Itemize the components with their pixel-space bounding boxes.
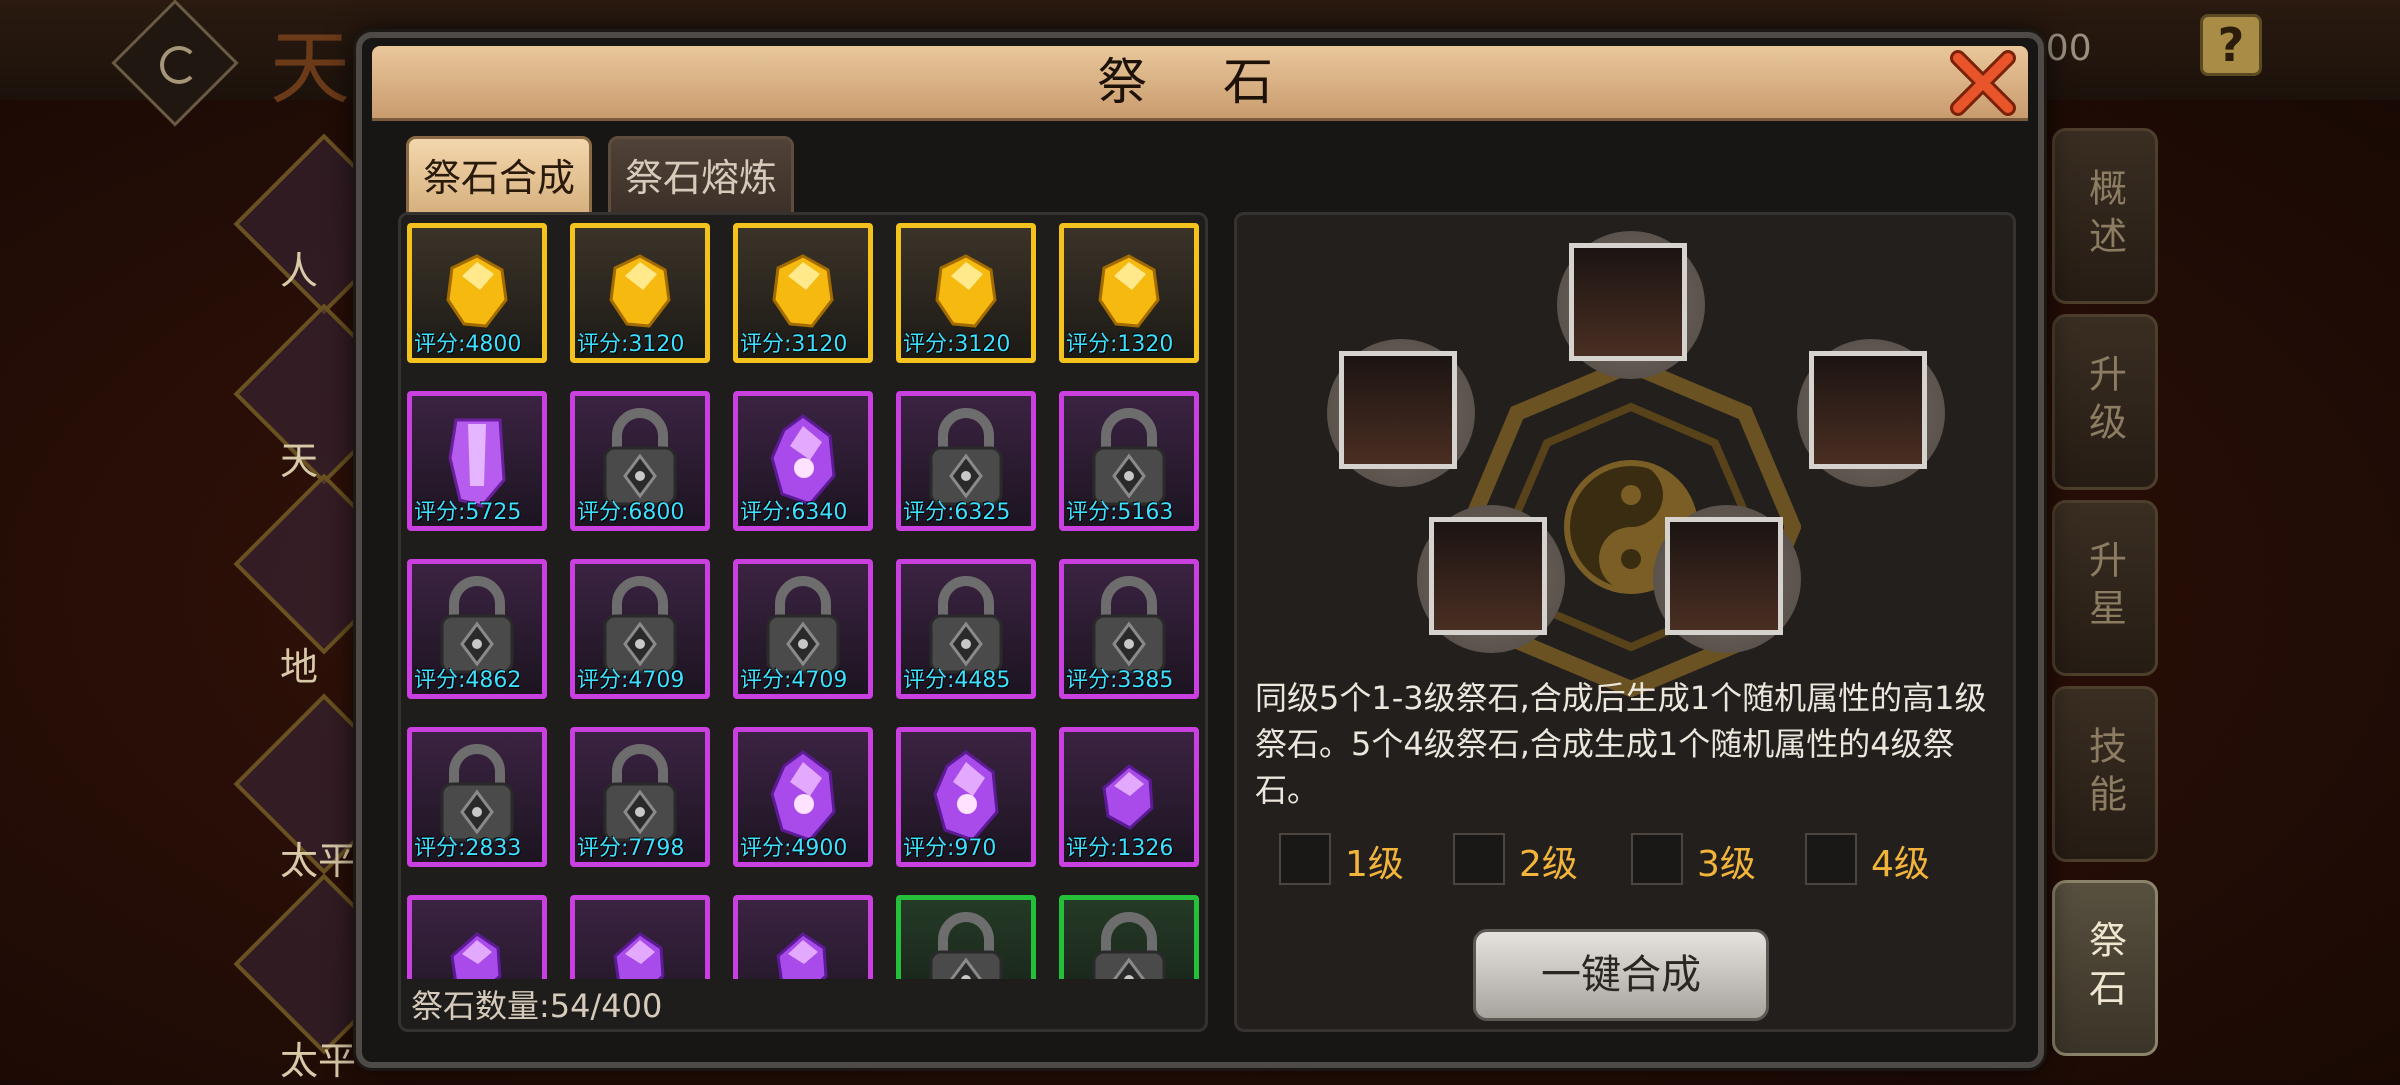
stone-score: 评分:7798	[577, 836, 685, 861]
left-menu-label: 太平	[280, 1039, 357, 1083]
side-tab-sacrificial-stone[interactable]: 祭石	[2052, 880, 2158, 1056]
left-menu-label: 天	[280, 439, 319, 483]
stone-score: 评分:4900	[740, 836, 848, 861]
stone-score: 评分:1320	[1066, 332, 1174, 357]
synthesis-slot[interactable]	[1417, 505, 1565, 653]
stone-slot[interactable]: 评分:4485	[896, 559, 1036, 699]
stone-slot[interactable]: 评分:1326	[1059, 727, 1199, 867]
level-2-checkbox[interactable]	[1453, 833, 1505, 885]
left-menu-label: 人	[280, 249, 319, 293]
left-menu-label: 太平	[280, 839, 357, 883]
synthesis-slot[interactable]	[1557, 231, 1705, 379]
stone-slot[interactable]: 评分:4900	[733, 727, 873, 867]
level-3-label: 3级	[1697, 844, 1756, 885]
stone-score: 评分:3120	[903, 332, 1011, 357]
one-click-merge-button[interactable]: 一键合成	[1473, 929, 1769, 1021]
stone-score: 评分:3120	[740, 332, 848, 357]
stone-slot[interactable]: 评分:4800	[407, 223, 547, 363]
stone-slot[interactable]: 评分:3120	[570, 223, 710, 363]
stone-slot[interactable]	[1059, 895, 1199, 979]
stone-score: 评分:5725	[414, 500, 522, 525]
level-4-checkbox[interactable]	[1805, 833, 1857, 885]
stone-score: 评分:4709	[740, 668, 848, 693]
side-tab-upgrade[interactable]: 升级	[2052, 314, 2158, 490]
tab-synthesis[interactable]: 祭石合成	[406, 136, 592, 220]
stone-slot[interactable]	[570, 895, 710, 979]
stone-slot[interactable]: 评分:5163	[1059, 391, 1199, 531]
stone-score: 评分:5163	[1066, 500, 1174, 525]
dialog-title: 祭 石	[1097, 53, 1303, 111]
synthesis-slot[interactable]	[1653, 505, 1801, 653]
stone-score: 评分:2833	[414, 836, 522, 861]
sacrificial-stone-dialog: 祭 石 祭石合成 祭石熔炼 评分:4800 评分:3120 评分:3120 评分:31…	[356, 32, 2044, 1068]
stone-slot[interactable]: 评分:6325	[896, 391, 1036, 531]
level-4-label: 4级	[1871, 844, 1930, 885]
stone-inventory-panel: 评分:4800 评分:3120 评分:3120 评分:3120 评分:1320 评分:57…	[398, 212, 1208, 1032]
stone-slot[interactable]: 评分:6800	[570, 391, 710, 531]
stone-score: 评分:970	[903, 836, 997, 861]
stone-slot[interactable]	[407, 895, 547, 979]
stone-score: 评分:4709	[577, 668, 685, 693]
stone-slot[interactable]: 评分:3120	[896, 223, 1036, 363]
stone-score: 评分:4485	[903, 668, 1011, 693]
stone-score: 评分:4862	[414, 668, 522, 693]
help-button[interactable]: ?	[2200, 14, 2262, 76]
stone-score: 评分:6325	[903, 500, 1011, 525]
stone-slot[interactable]: 评分:6340	[733, 391, 873, 531]
background-title: 天	[270, 22, 350, 115]
side-tab-star[interactable]: 升星	[2052, 500, 2158, 676]
stone-slot[interactable]: 评分:1320	[1059, 223, 1199, 363]
tab-smelting[interactable]: 祭石熔炼	[608, 136, 794, 220]
stone-score: 评分:6340	[740, 500, 848, 525]
level-2-label: 2级	[1519, 844, 1578, 885]
level-1-checkbox[interactable]	[1279, 833, 1331, 885]
stone-slot[interactable]: 评分:3385	[1059, 559, 1199, 699]
emblem-swirl-icon	[160, 46, 198, 84]
stone-score: 评分:1326	[1066, 836, 1174, 861]
synthesis-slot[interactable]	[1797, 339, 1945, 487]
synthesis-description: 同级5个1-3级祭石,合成后生成1个随机属性的高1级祭石。5个4级祭石,合成生成…	[1255, 679, 1987, 809]
level-3-checkbox[interactable]	[1631, 833, 1683, 885]
stone-score: 评分:4800	[414, 332, 522, 357]
side-tab-overview[interactable]: 概述	[2052, 128, 2158, 304]
stone-score: 评分:3385	[1066, 668, 1174, 693]
side-tab-skill[interactable]: 技能	[2052, 686, 2158, 862]
stone-slot[interactable]: 评分:5725	[407, 391, 547, 531]
left-menu-label: 地	[280, 645, 319, 689]
level-1-label: 1级	[1345, 844, 1404, 885]
stone-grid[interactable]: 评分:4800 评分:3120 评分:3120 评分:3120 评分:1320 评分:57…	[401, 215, 1205, 979]
stone-slot[interactable]: 评分:3120	[733, 223, 873, 363]
stone-slot[interactable]	[896, 895, 1036, 979]
stone-slot[interactable]: 评分:7798	[570, 727, 710, 867]
stone-slot[interactable]	[733, 895, 873, 979]
dialog-header: 祭 石	[372, 46, 2028, 121]
stone-slot[interactable]: 评分:2833	[407, 727, 547, 867]
close-icon[interactable]	[1948, 50, 2018, 116]
stone-slot[interactable]: 评分:4709	[570, 559, 710, 699]
stone-score: 评分:6800	[577, 500, 685, 525]
stone-score: 评分:3120	[577, 332, 685, 357]
stone-slot[interactable]: 评分:970	[896, 727, 1036, 867]
synthesis-panel: 同级5个1-3级祭石,合成后生成1个随机属性的高1级祭石。5个4级祭石,合成生成…	[1234, 212, 2016, 1032]
synthesis-slot[interactable]	[1327, 339, 1475, 487]
stone-slot[interactable]: 评分:4709	[733, 559, 873, 699]
stone-count: 祭石数量:54/400	[411, 987, 663, 1025]
stone-slot[interactable]: 评分:4862	[407, 559, 547, 699]
